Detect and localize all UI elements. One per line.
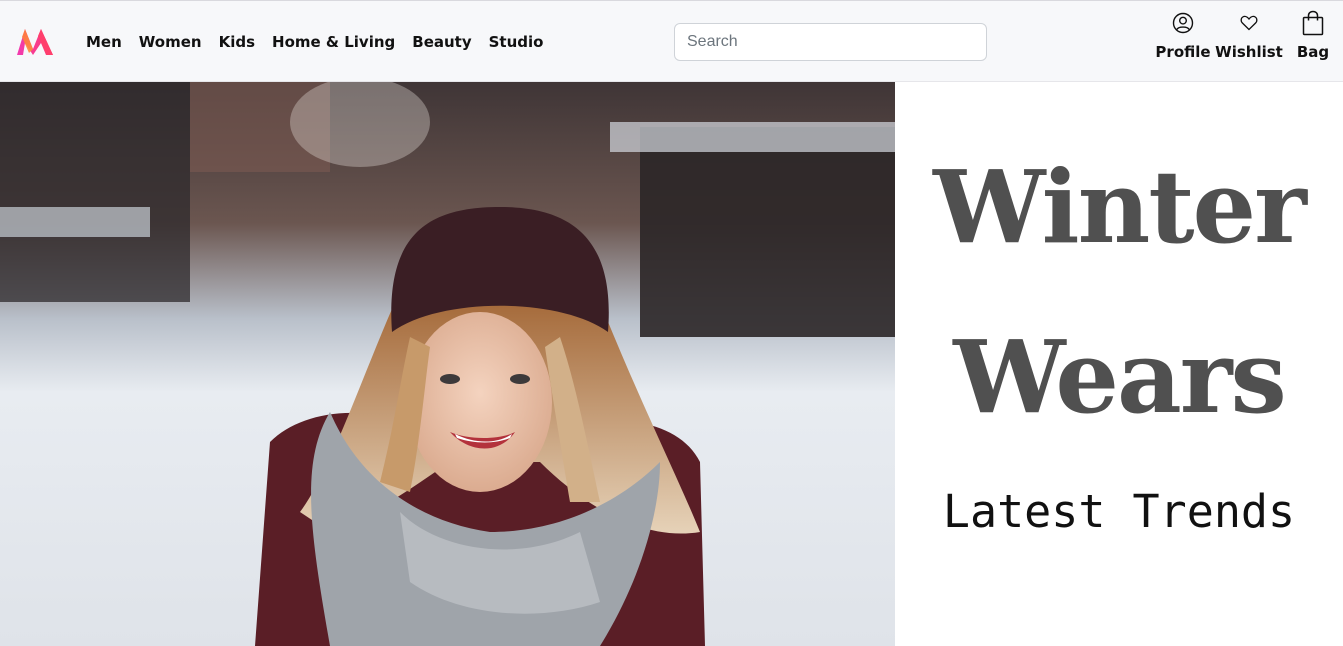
bag-button[interactable]: Bag xyxy=(1293,9,1333,61)
hero-image[interactable] xyxy=(0,82,895,646)
heart-icon xyxy=(1237,11,1261,35)
nav-item-studio[interactable]: Studio xyxy=(489,32,544,52)
hero-photo-illustration xyxy=(0,82,895,646)
nav-item-men[interactable]: Men xyxy=(86,32,122,52)
top-header: Men Women Kids Home & Living Beauty Stud… xyxy=(0,0,1343,82)
wishlist-label: Wishlist xyxy=(1215,43,1283,61)
nav-item-beauty[interactable]: Beauty xyxy=(412,32,471,52)
profile-label: Profile xyxy=(1155,43,1211,61)
shopping-bag-icon xyxy=(1300,9,1326,37)
profile-button[interactable]: Profile xyxy=(1153,11,1213,61)
nav-item-kids[interactable]: Kids xyxy=(219,32,255,52)
nav-item-home-living[interactable]: Home & Living xyxy=(272,32,395,52)
hero-copy: Winter Wears Latest Trends xyxy=(895,82,1343,646)
hero-banner: Winter Wears Latest Trends xyxy=(0,82,1343,646)
myntra-logo-icon[interactable] xyxy=(15,27,57,57)
bag-label: Bag xyxy=(1296,43,1330,61)
main-nav: Men Women Kids Home & Living Beauty Stud… xyxy=(86,32,560,52)
user-circle-icon xyxy=(1171,11,1195,35)
wishlist-button[interactable]: Wishlist xyxy=(1215,11,1283,61)
nav-item-women[interactable]: Women xyxy=(139,32,202,52)
hero-headline-line2: Wears xyxy=(953,318,1287,436)
search-input[interactable] xyxy=(674,23,987,61)
hero-headline-line1: Winter xyxy=(933,148,1307,266)
hero-subheadline: Latest Trends xyxy=(942,485,1296,538)
